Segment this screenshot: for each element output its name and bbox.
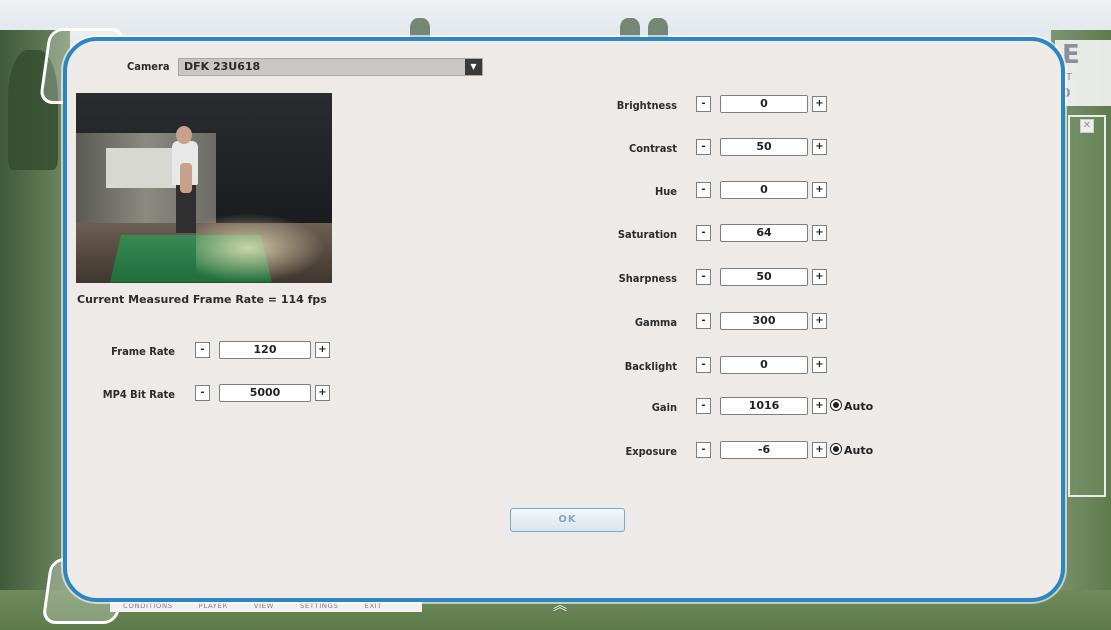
frame-rate-field[interactable]: 120 bbox=[219, 341, 311, 359]
gain-plus-button[interactable]: + bbox=[812, 398, 827, 414]
hue-field[interactable]: 0 bbox=[720, 181, 808, 199]
hue-label: Hue bbox=[654, 185, 677, 198]
contrast-minus-button[interactable]: - bbox=[696, 139, 711, 155]
gain-field[interactable]: 1016 bbox=[720, 397, 808, 415]
backlight-minus-button[interactable]: - bbox=[696, 357, 711, 373]
camera-settings-dialog: Camera DFK 23U618 ▼ Current Measured Fra… bbox=[63, 37, 1065, 602]
sharpness-minus-button[interactable]: - bbox=[696, 269, 711, 285]
hud-distance-sub: T bbox=[1066, 72, 1073, 83]
exposure-field[interactable]: -6 bbox=[720, 441, 808, 459]
frame-rate-stepper: - 120 + bbox=[195, 341, 335, 359]
sharpness-stepper: - 50 + bbox=[696, 268, 836, 286]
camera-label: Camera bbox=[127, 60, 170, 73]
sharpness-plus-button[interactable]: + bbox=[812, 269, 827, 285]
backlight-plus-button[interactable]: + bbox=[812, 357, 827, 373]
camera-select[interactable]: DFK 23U618 ▼ bbox=[178, 58, 483, 76]
exposure-label: Exposure bbox=[625, 445, 677, 458]
gamma-stepper: - 300 + bbox=[696, 312, 836, 330]
backlight-stepper: - 0 + bbox=[696, 356, 836, 374]
exposure-auto-label: Auto bbox=[844, 444, 874, 457]
frame-rate-minus-button[interactable]: - bbox=[195, 342, 210, 358]
brightness-stepper: - 0 + bbox=[696, 95, 836, 113]
sharpness-label: Sharpness bbox=[618, 272, 677, 285]
radio-selected-icon bbox=[830, 399, 842, 411]
saturation-minus-button[interactable]: - bbox=[696, 225, 711, 241]
chevron-up-icon[interactable]: ︽ bbox=[548, 599, 572, 613]
saturation-plus-button[interactable]: + bbox=[812, 225, 827, 241]
gain-label: Gain bbox=[651, 401, 677, 414]
gamma-field[interactable]: 300 bbox=[720, 312, 808, 330]
close-icon[interactable]: ✕ bbox=[1080, 119, 1094, 133]
hue-stepper: - 0 + bbox=[696, 181, 836, 199]
golf-simulator-screen: E T 0 ✕ CONDITIONS PLAYER VIEW SETTINGS … bbox=[0, 0, 1111, 630]
contrast-stepper: - 50 + bbox=[696, 138, 836, 156]
contrast-field[interactable]: 50 bbox=[720, 138, 808, 156]
hud-side-panel bbox=[1068, 115, 1106, 497]
exposure-auto-radio[interactable]: Auto bbox=[830, 443, 873, 457]
brightness-minus-button[interactable]: - bbox=[696, 96, 711, 112]
camera-preview bbox=[76, 93, 332, 283]
gamma-minus-button[interactable]: - bbox=[696, 313, 711, 329]
chevron-down-icon[interactable]: ▼ bbox=[465, 59, 482, 75]
exposure-plus-button[interactable]: + bbox=[812, 442, 827, 458]
measured-frame-rate: Current Measured Frame Rate = 114 fps bbox=[77, 293, 327, 306]
gain-stepper: - 1016 + bbox=[696, 397, 836, 415]
mp4-bit-rate-stepper: - 5000 + bbox=[195, 384, 335, 402]
mp4-bit-rate-minus-button[interactable]: - bbox=[195, 385, 210, 401]
saturation-stepper: - 64 + bbox=[696, 224, 836, 242]
contrast-plus-button[interactable]: + bbox=[812, 139, 827, 155]
frame-rate-plus-button[interactable]: + bbox=[315, 342, 330, 358]
mp4-bit-rate-label: MP4 Bit Rate bbox=[102, 388, 175, 401]
hue-minus-button[interactable]: - bbox=[696, 182, 711, 198]
gain-minus-button[interactable]: - bbox=[696, 398, 711, 414]
exposure-stepper: - -6 + bbox=[696, 441, 836, 459]
backlight-label: Backlight bbox=[624, 360, 677, 373]
mp4-bit-rate-field[interactable]: 5000 bbox=[219, 384, 311, 402]
exposure-minus-button[interactable]: - bbox=[696, 442, 711, 458]
brightness-plus-button[interactable]: + bbox=[812, 96, 827, 112]
radio-selected-icon bbox=[830, 443, 842, 455]
mp4-bit-rate-plus-button[interactable]: + bbox=[315, 385, 330, 401]
backlight-field[interactable]: 0 bbox=[720, 356, 808, 374]
hue-plus-button[interactable]: + bbox=[812, 182, 827, 198]
brightness-label: Brightness bbox=[616, 99, 677, 112]
sharpness-field[interactable]: 50 bbox=[720, 268, 808, 286]
gamma-plus-button[interactable]: + bbox=[812, 313, 827, 329]
contrast-label: Contrast bbox=[628, 142, 677, 155]
gain-auto-label: Auto bbox=[844, 400, 874, 413]
gamma-label: Gamma bbox=[634, 316, 677, 329]
saturation-field[interactable]: 64 bbox=[720, 224, 808, 242]
gain-auto-radio[interactable]: Auto bbox=[830, 399, 873, 413]
ok-button[interactable]: OK bbox=[510, 508, 625, 532]
frame-rate-label: Frame Rate bbox=[111, 345, 175, 358]
camera-select-value: DFK 23U618 bbox=[184, 60, 261, 73]
saturation-label: Saturation bbox=[617, 228, 677, 241]
brightness-field[interactable]: 0 bbox=[720, 95, 808, 113]
